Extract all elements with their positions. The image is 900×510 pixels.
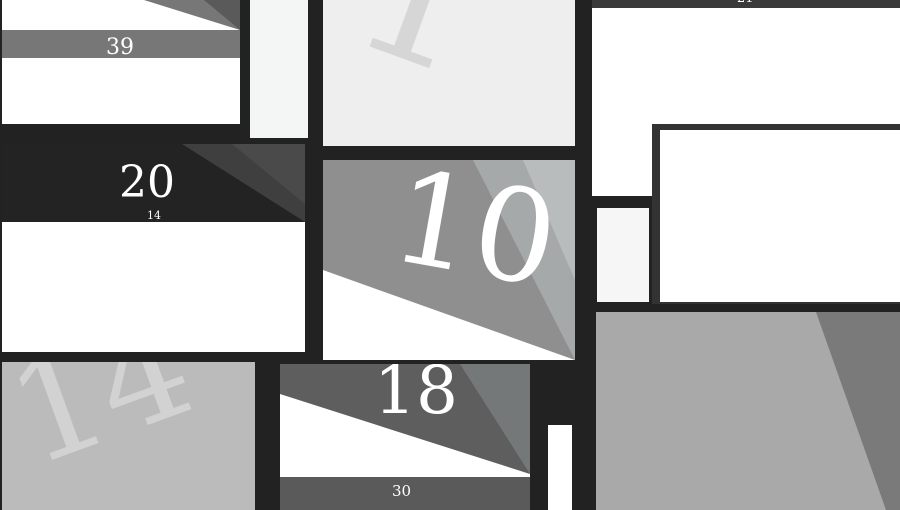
tile-39-number: 39 — [106, 35, 134, 60]
tile-bottom-right[interactable] — [596, 312, 900, 510]
tile-20[interactable]: 20 14 — [2, 144, 305, 352]
tile-39[interactable]: 39 — [2, 0, 240, 124]
tile-ghost-1-numeral: 1 — [331, 0, 510, 117]
tile-18-number: 18 — [374, 364, 458, 429]
tile-39-fan-art — [144, 0, 240, 30]
tile-10[interactable]: 10 — [323, 160, 575, 360]
tile-ghost-14-numeral: 14 — [2, 362, 213, 499]
tile-20-subnumber: 14 — [147, 209, 161, 222]
tile-18-subnumber: 30 — [392, 482, 412, 500]
tile-ghost-1[interactable]: 1 — [323, 0, 575, 146]
tile-10-number: 10 — [381, 160, 568, 318]
tile-ghost-14[interactable]: 14 — [2, 362, 255, 510]
tile-21-number: 21 — [737, 0, 754, 5]
tile-20-number: 20 — [119, 157, 175, 208]
tile-small-right[interactable] — [597, 208, 649, 302]
tile-right-frame-inner — [660, 130, 900, 302]
tile-bottom-strip[interactable] — [548, 425, 572, 510]
tile-18[interactable]: 18 30 — [280, 364, 530, 510]
tile-narrow-top[interactable] — [250, 0, 308, 138]
tile-bottom-right-art — [816, 312, 900, 510]
tile-right-frame[interactable] — [652, 124, 900, 304]
